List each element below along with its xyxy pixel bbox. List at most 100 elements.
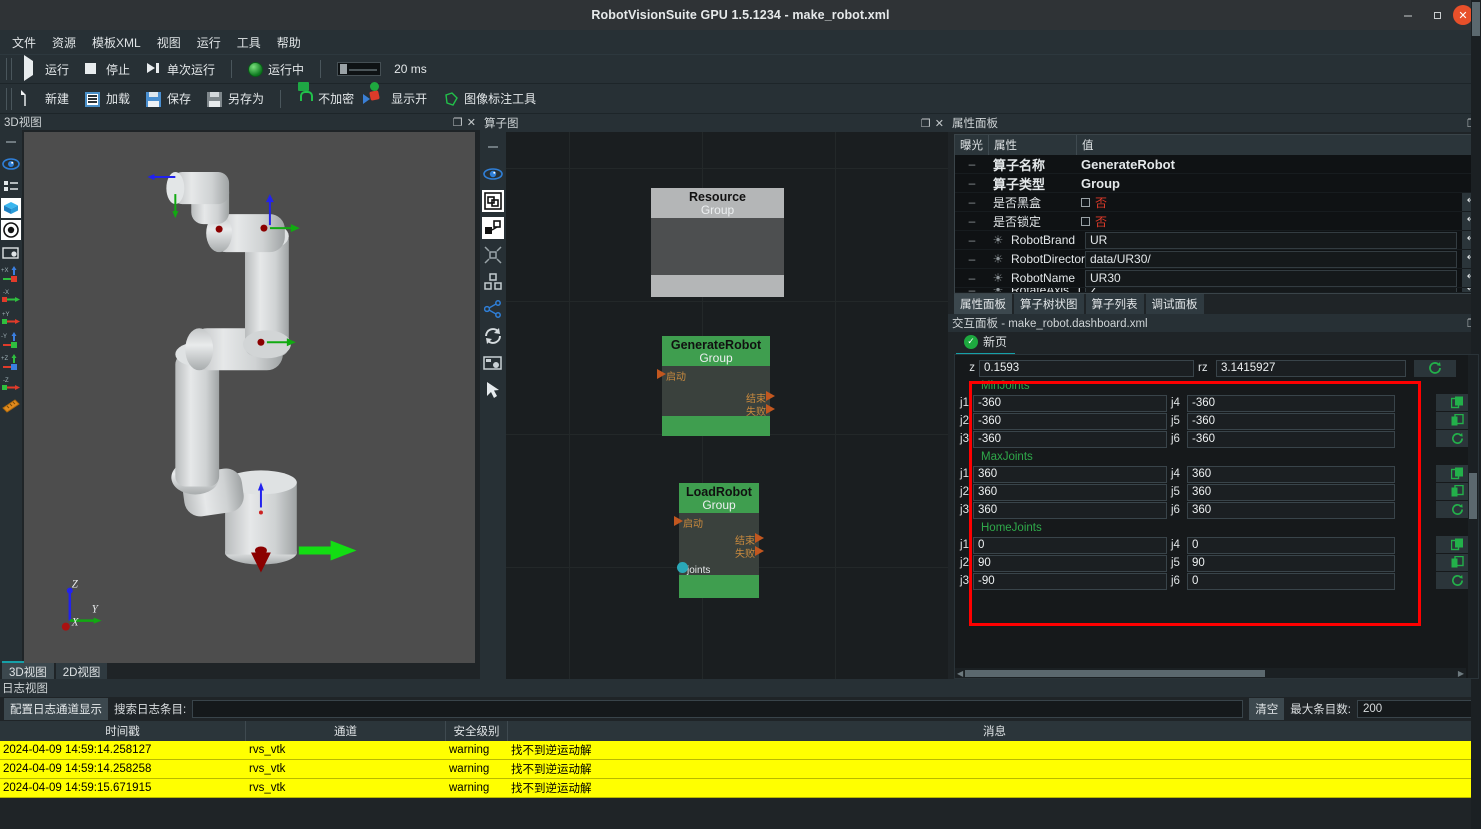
exposure-bulb-icon[interactable]: ☀: [989, 288, 1007, 292]
axis-plus-z-icon[interactable]: +Z: [1, 352, 21, 372]
save-button[interactable]: 保存: [138, 86, 199, 112]
configure-log-channels-button[interactable]: 配置日志通道显示: [4, 698, 108, 720]
tab-3d-view[interactable]: 3D视图: [2, 660, 54, 681]
cube-icon[interactable]: [1, 198, 21, 218]
log-search-input[interactable]: [192, 700, 1244, 718]
drag-handle-icon[interactable]: [482, 136, 504, 158]
tab-properties[interactable]: 属性面板: [954, 294, 1012, 314]
menu-tools[interactable]: 工具: [229, 32, 269, 53]
target-icon[interactable]: [1, 220, 21, 240]
blackbox-checkbox[interactable]: [1081, 197, 1090, 207]
lock-checkbox[interactable]: [1081, 216, 1090, 226]
table-row[interactable]: – 是否锁定 否 ↰: [955, 212, 1478, 231]
eye-icon[interactable]: [1, 154, 21, 174]
display-button[interactable]: 显示开: [362, 86, 435, 112]
grid-nodes-icon[interactable]: [482, 271, 504, 293]
input-port-trigger-icon[interactable]: [657, 369, 666, 379]
group-select-icon[interactable]: [482, 190, 504, 212]
dashboard-hscrollbar[interactable]: ◀ ▶: [955, 668, 1466, 678]
table-row[interactable]: – ☀ RobotName UR30 ↰: [955, 269, 1478, 288]
table-row[interactable]: 2024-04-09 14:59:15.671915 rvs_vtk warni…: [0, 779, 1481, 798]
properties-scrollbar[interactable]: [1471, 0, 1481, 829]
graph-node-loadrobot[interactable]: LoadRobot Group 启动 结束 失败 joints: [674, 483, 764, 598]
tab-operator-tree[interactable]: 算子树状图: [1014, 294, 1084, 314]
property-value-cell[interactable]: UR ↰: [1081, 231, 1478, 249]
output-port-fail-icon[interactable]: [766, 404, 775, 414]
property-value-cell[interactable]: 否 ↰: [1077, 212, 1478, 230]
refresh-icon[interactable]: [482, 325, 504, 347]
menu-run[interactable]: 运行: [189, 32, 229, 53]
view3d-close-icon[interactable]: ✕: [467, 116, 476, 129]
tab-new-page[interactable]: ✓ 新页: [956, 331, 1016, 355]
interval-slider-group[interactable]: 20 ms: [329, 56, 435, 82]
encrypt-button[interactable]: 不加密: [289, 86, 362, 112]
field-value-z[interactable]: 0.1593: [979, 359, 1194, 377]
interval-slider[interactable]: [337, 62, 382, 76]
table-row[interactable]: 2024-04-09 14:59:14.258127 rvs_vtk warni…: [0, 741, 1481, 760]
menu-file[interactable]: 文件: [4, 32, 44, 53]
new-button[interactable]: 新建: [16, 86, 77, 112]
measure-icon[interactable]: [1, 396, 21, 416]
axis-minus-y-icon[interactable]: -Y: [1, 330, 21, 350]
run-button[interactable]: 运行: [16, 55, 77, 82]
property-value[interactable]: data/UR30/: [1085, 250, 1457, 268]
field-value-rz[interactable]: 3.1415927: [1216, 359, 1406, 377]
save-as-button[interactable]: 另存为: [199, 86, 272, 112]
menu-template-xml[interactable]: 模板XML: [84, 32, 149, 53]
dashboard-vscrollbar[interactable]: [1468, 355, 1478, 678]
camera-icon[interactable]: [1, 242, 21, 262]
input-port-data-icon[interactable]: [677, 562, 688, 573]
property-value-cell[interactable]: 否 ↰: [1077, 193, 1478, 211]
dashboard-area[interactable]: z 0.1593 rz 3.1415927 MinJoints j1 -360 …: [954, 354, 1479, 679]
exposure-bulb-icon[interactable]: ☀: [989, 233, 1007, 247]
view3d-canvas[interactable]: Z Y X: [24, 132, 475, 663]
log-max-entries-input[interactable]: 200: [1357, 700, 1477, 718]
property-value[interactable]: UR30: [1085, 269, 1457, 287]
graph-node-resource[interactable]: Resource Group: [651, 188, 784, 297]
table-row[interactable]: – 算子名称 GenerateRobot: [955, 155, 1478, 174]
graph-float-icon[interactable]: ❐: [921, 117, 931, 130]
property-value-cell[interactable]: data/UR30/ ↰: [1081, 250, 1478, 268]
graph-close-icon[interactable]: ✕: [935, 117, 944, 130]
cursor-icon[interactable]: [482, 379, 504, 401]
output-port-fail-icon[interactable]: [755, 546, 764, 556]
eye-icon[interactable]: [482, 163, 504, 185]
table-row[interactable]: – ☀ RobotDirectory data/UR30/ ↰: [955, 250, 1478, 269]
view3d-float-icon[interactable]: ❐: [453, 116, 463, 129]
menu-resource[interactable]: 资源: [44, 32, 84, 53]
table-row[interactable]: – 算子类型 Group: [955, 174, 1478, 193]
share-graph-icon[interactable]: [482, 298, 504, 320]
axis-plus-y-icon[interactable]: +Y: [1, 308, 21, 328]
annotate-tool-button[interactable]: 图像标注工具: [435, 86, 544, 112]
collapse-icon[interactable]: [482, 244, 504, 266]
menu-help[interactable]: 帮助: [269, 32, 309, 53]
input-port-trigger-icon[interactable]: [674, 516, 683, 526]
table-row[interactable]: – ☀ RotateAxis_1 Z ↰: [955, 288, 1478, 293]
load-button[interactable]: 加载: [77, 86, 138, 112]
stop-button[interactable]: 停止: [77, 56, 138, 82]
tab-operator-list[interactable]: 算子列表: [1085, 294, 1144, 314]
list-icon[interactable]: [1, 176, 21, 196]
property-value-cell[interactable]: Z ↰: [1081, 288, 1478, 292]
graph-node-generaterobot[interactable]: GenerateRobot Group 启动 结束 失败: [657, 336, 775, 436]
axis-plus-x-icon[interactable]: +X: [1, 264, 21, 284]
axis-minus-x-icon[interactable]: -X: [1, 286, 21, 306]
drag-handle-icon[interactable]: [1, 132, 21, 152]
graph-canvas[interactable]: Resource Group GenerateRobot Group 启动 结束…: [506, 132, 948, 679]
menu-view[interactable]: 视图: [149, 32, 189, 53]
table-row[interactable]: – ☀ RobotBrand UR ↰: [955, 231, 1478, 250]
property-value-cell[interactable]: UR30 ↰: [1081, 269, 1478, 287]
output-port-trigger-icon[interactable]: [766, 391, 775, 401]
toolbar-grip-2[interactable]: [6, 87, 12, 110]
property-value[interactable]: Z: [1085, 288, 1457, 292]
tab-debug[interactable]: 调试面板: [1145, 294, 1204, 314]
exposure-bulb-icon[interactable]: ☀: [989, 252, 1007, 266]
property-value[interactable]: UR: [1085, 231, 1457, 249]
output-port-trigger-icon[interactable]: [755, 533, 764, 543]
single-run-button[interactable]: 单次运行: [138, 56, 223, 82]
table-row[interactable]: – 是否黑盒 否 ↰: [955, 193, 1478, 212]
axis-minus-z-icon[interactable]: -Z: [1, 374, 21, 394]
node-layout-icon[interactable]: [482, 217, 504, 239]
clear-log-button[interactable]: 清空: [1249, 698, 1285, 720]
toolbar-grip[interactable]: [6, 58, 12, 80]
